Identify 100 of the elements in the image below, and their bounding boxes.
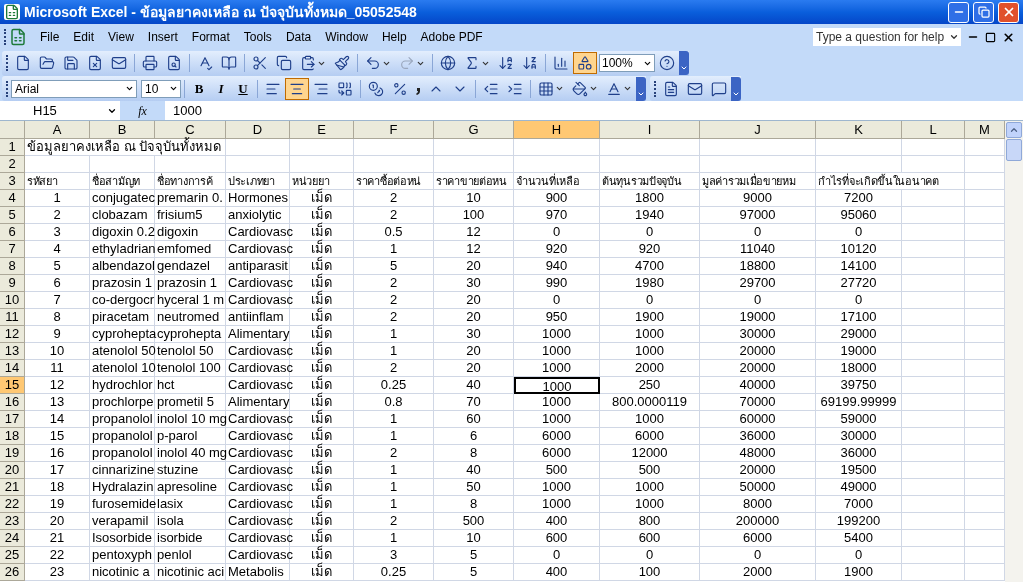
table-cell: prazosin 1: [92, 275, 152, 290]
row-header[interactable]: 13: [0, 343, 25, 360]
column-header[interactable]: E: [290, 121, 354, 139]
column-header[interactable]: H: [514, 121, 600, 139]
menu-item[interactable]: File: [33, 28, 67, 46]
table-cell: 5: [389, 258, 398, 273]
row-header[interactable]: 2: [0, 156, 25, 173]
row-header[interactable]: 23: [0, 513, 25, 530]
column-header[interactable]: L: [902, 121, 965, 139]
column-header[interactable]: D: [226, 121, 290, 139]
table-cell: Cardiovasc: [228, 513, 294, 528]
table-cell: 6: [469, 428, 478, 443]
row-header[interactable]: 26: [0, 564, 25, 581]
column-title: หน่วยยา: [292, 175, 330, 187]
column-title: มูลค่ารวมเมื่อขายหม: [702, 175, 796, 187]
row-header[interactable]: 22: [0, 496, 25, 513]
restore-workbook-icon[interactable]: [985, 31, 996, 43]
row-header[interactable]: 15: [0, 377, 25, 394]
table-cell: 49000: [840, 479, 877, 494]
row-header[interactable]: 12: [0, 326, 25, 343]
row-header[interactable]: 25: [0, 547, 25, 564]
menu-item[interactable]: Insert: [140, 28, 185, 46]
menu-item[interactable]: Edit: [66, 28, 102, 46]
row-header[interactable]: 19: [0, 445, 25, 462]
scroll-thumb[interactable]: [1006, 139, 1022, 161]
open-icon: [39, 55, 55, 71]
column-header[interactable]: J: [700, 121, 816, 139]
row-header[interactable]: 3: [0, 173, 25, 190]
window-title: Microsoft Excel - ข้อมูลยาคงเหลือ ณ ปัจจุบันทั้งหมด_05052548: [24, 1, 417, 23]
font-size-dropdown[interactable]: 10: [141, 79, 181, 98]
close-workbook-icon[interactable]: [1002, 30, 1015, 44]
row-header[interactable]: 11: [0, 309, 25, 326]
bold-button[interactable]: B: [188, 78, 210, 99]
column-header[interactable]: G: [434, 121, 514, 139]
row-header[interactable]: 1: [0, 139, 25, 156]
menu-item[interactable]: View: [101, 28, 141, 46]
table-cell: 30000: [739, 326, 776, 341]
menu-item[interactable]: Help: [374, 28, 414, 46]
row-header[interactable]: 10: [0, 292, 25, 309]
row-header[interactable]: 5: [0, 207, 25, 224]
row-header[interactable]: 20: [0, 462, 25, 479]
row-header[interactable]: 16: [0, 394, 25, 411]
menu-item[interactable]: Tools: [236, 28, 279, 46]
row-header[interactable]: 7: [0, 241, 25, 258]
table-cell: 97000: [739, 207, 776, 222]
column-header[interactable]: A: [25, 121, 90, 139]
table-cell: 0: [854, 292, 863, 307]
row-header[interactable]: 4: [0, 190, 25, 207]
table-cell: 0.5: [384, 224, 403, 239]
row-header[interactable]: 6: [0, 224, 25, 241]
column-header[interactable]: K: [816, 121, 902, 139]
table-cell: 1900: [635, 309, 664, 324]
insert-function-button[interactable]: fx: [138, 101, 147, 120]
formula-field[interactable]: 1000: [165, 100, 1023, 121]
row-header[interactable]: 24: [0, 530, 25, 547]
column-header[interactable]: B: [90, 121, 155, 139]
column-header[interactable]: F: [354, 121, 434, 139]
active-cell[interactable]: 1000: [514, 377, 600, 394]
table-cell: pentoxyph: [92, 547, 152, 562]
chart-icon: [553, 55, 569, 71]
table-cell: 12: [49, 377, 65, 392]
column-header[interactable]: M: [965, 121, 1005, 139]
drawing-button[interactable]: [573, 52, 597, 74]
table-cell: stuzine: [157, 462, 199, 477]
table-cell: penlol: [157, 547, 192, 562]
table-cell: 1: [389, 411, 398, 426]
menu-item[interactable]: Window: [318, 28, 375, 46]
workbook-icon[interactable]: [9, 28, 27, 46]
table-cell: 11040: [739, 241, 776, 256]
scroll-up-button[interactable]: [1006, 122, 1022, 138]
row-header[interactable]: 8: [0, 258, 25, 275]
toolbar-options-button[interactable]: [731, 76, 741, 101]
table-cell: 60: [466, 411, 481, 426]
row-header[interactable]: 17: [0, 411, 25, 428]
close-button[interactable]: [998, 1, 1019, 23]
table-cell: Cardiovasc: [228, 275, 294, 290]
font-dropdown[interactable]: Arial: [11, 79, 137, 98]
table-cell: 800: [638, 513, 661, 528]
column-header[interactable]: I: [600, 121, 700, 139]
minimize-button[interactable]: [948, 1, 969, 23]
table-cell: antiparasit: [228, 258, 288, 273]
menu-item[interactable]: Adobe PDF: [413, 28, 490, 46]
toolbar-options-button[interactable]: [636, 76, 646, 101]
menu-item[interactable]: Format: [184, 28, 237, 46]
table-cell: 21: [49, 530, 65, 545]
zoom-dropdown[interactable]: 100%: [599, 54, 655, 72]
table-cell: clobazam: [92, 207, 148, 222]
vertical-scrollbar[interactable]: [1005, 121, 1023, 582]
row-header[interactable]: 14: [0, 360, 25, 377]
table-cell: 2: [389, 207, 398, 222]
restore-button[interactable]: [973, 1, 994, 23]
align-center-button[interactable]: [285, 77, 309, 100]
table-cell: 17100: [840, 309, 877, 324]
row-header[interactable]: 21: [0, 479, 25, 496]
italic-button[interactable]: I: [210, 78, 232, 99]
underline-button[interactable]: U: [232, 78, 254, 99]
row-header[interactable]: 18: [0, 428, 25, 445]
help-search-field[interactable]: Type a question for help: [813, 28, 961, 46]
row-header[interactable]: 9: [0, 275, 25, 292]
menu-item[interactable]: Data: [278, 28, 319, 46]
